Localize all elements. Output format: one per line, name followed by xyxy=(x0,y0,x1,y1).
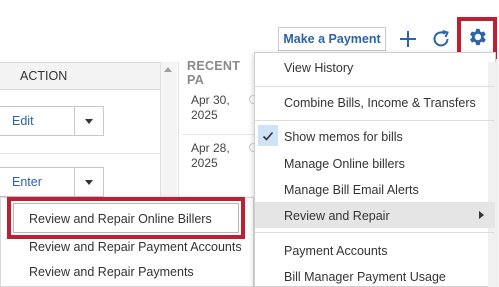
enter-dropdown-button[interactable] xyxy=(74,168,103,196)
menu-divider xyxy=(255,86,495,87)
make-a-payment-button[interactable]: Make a Payment xyxy=(278,27,386,51)
chevron-right-icon xyxy=(479,211,484,219)
menu-scrollbar[interactable] xyxy=(488,62,498,287)
review-repair-payments-item[interactable]: Review and Repair Payments xyxy=(29,265,194,279)
recent-payment-date: Apr 28, 2025 xyxy=(191,141,230,170)
row-divider xyxy=(0,153,160,154)
recent-payments-header: RECENT PA xyxy=(178,59,258,87)
menu-divider xyxy=(255,232,495,233)
recent-payment-date: Apr 30, 2025 xyxy=(191,93,230,122)
checkmark-icon xyxy=(258,125,278,146)
menu-item-show-memos[interactable]: Show memos for bills xyxy=(284,130,403,144)
action-header-label: ACTION xyxy=(20,69,68,83)
menu-divider xyxy=(255,120,495,121)
recent-header-label: RECENT PA xyxy=(187,59,241,87)
edit-button[interactable]: Edit xyxy=(0,107,74,135)
edit-dropdown-button[interactable] xyxy=(74,107,103,135)
edit-split-button[interactable]: Edit xyxy=(0,106,104,136)
menu-item-combine-bills[interactable]: Combine Bills, Income & Transfers xyxy=(284,96,476,110)
scroll-up-arrow-icon[interactable] xyxy=(164,67,172,72)
menu-item-manage-online-billers[interactable]: Manage Online billers xyxy=(284,157,405,171)
menu-item-manage-bill-email-alerts[interactable]: Manage Bill Email Alerts xyxy=(284,183,419,197)
enter-button[interactable]: Enter xyxy=(0,168,74,196)
row-divider xyxy=(182,134,258,135)
menu-item-review-and-repair[interactable]: Review and Repair xyxy=(284,209,390,223)
review-repair-online-billers-item[interactable]: Review and Repair Online Billers xyxy=(29,212,212,226)
chevron-down-icon xyxy=(85,118,93,124)
plus-icon[interactable] xyxy=(397,28,419,50)
menu-item-bill-manager-usage[interactable]: Bill Manager Payment Usage xyxy=(284,270,446,284)
menu-item-view-history[interactable]: View History xyxy=(284,61,353,75)
gear-icon[interactable] xyxy=(466,26,488,51)
menu-item-payment-accounts[interactable]: Payment Accounts xyxy=(284,244,388,258)
refresh-icon[interactable] xyxy=(430,28,452,50)
action-column-header: ACTION xyxy=(0,62,160,90)
review-repair-payment-accounts-item[interactable]: Review and Repair Payment Accounts xyxy=(29,240,242,254)
chevron-down-icon xyxy=(85,179,93,185)
enter-split-button[interactable]: Enter xyxy=(0,167,104,197)
